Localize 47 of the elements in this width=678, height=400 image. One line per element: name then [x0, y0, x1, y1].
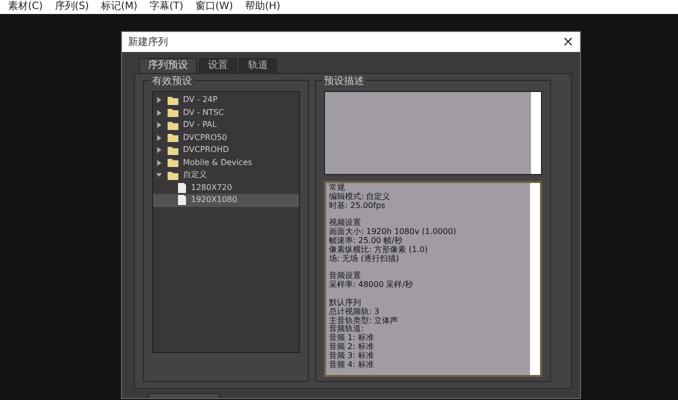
tree-item[interactable]: 1280X720 — [153, 182, 299, 194]
item-label: DV - 24P — [183, 94, 218, 106]
item-label: DV - PAL — [183, 119, 217, 132]
menu-item[interactable]: 素材(C) — [8, 0, 43, 14]
item-label: 自定义 — [183, 169, 207, 182]
detail-line: 场: 无场 (逐行扫描) — [329, 254, 400, 264]
detail-line: 时基: 25.00fps — [329, 202, 386, 210]
section-heading: 默认序列 — [329, 298, 362, 308]
section-heading: 音频设置 — [329, 272, 362, 280]
detail-line: 音频 4: 标准 — [329, 360, 375, 370]
detail-line: 音频 1: 标准 — [329, 334, 375, 342]
item-label: DVCPROHD — [183, 144, 229, 156]
tab[interactable]: 设置 — [199, 58, 237, 73]
section-heading: 常规 — [329, 184, 346, 192]
menu-item[interactable]: 字幕(T) — [149, 0, 184, 14]
item-label: DV - NTSC — [183, 106, 224, 119]
window-title: 新建序列 — [128, 36, 168, 50]
detail-line: 总计视频轨: 3 — [329, 308, 380, 316]
section-heading: 视频设置 — [329, 219, 362, 228]
detail-line: 画面大小: 1920h 1080v (1.0000) — [329, 228, 456, 236]
item-label: 1280X720 — [191, 182, 232, 194]
tree-item[interactable]: DVCPRO50 — [153, 132, 299, 144]
tree-item[interactable]: 1920X1080 — [153, 194, 299, 206]
tree-item[interactable]: DVCPROHD — [153, 144, 299, 156]
tab[interactable]: 轨道 — [239, 58, 277, 73]
menu-item[interactable]: 序列(S) — [54, 0, 89, 14]
detail-line: 主音轨类型: 立体声 — [329, 316, 400, 325]
detail-line: 音频轨道: — [329, 325, 365, 334]
detail-line: 音频 3: 标准 — [329, 352, 375, 360]
detail-line: 帧速率: 25.00 帧/秒 — [329, 236, 404, 245]
menu-item[interactable]: 帮助(H) — [245, 0, 280, 14]
detail-line: 像素纵横比: 方形像素 (1.0) — [329, 246, 429, 254]
tree-item[interactable]: DV - NTSC — [153, 106, 299, 119]
item-label: 1920X1080 — [191, 194, 238, 206]
close-button[interactable]: × — [562, 35, 574, 49]
tree-item[interactable]: DV - 24P — [153, 94, 299, 106]
detail-line: 音频 2: 标准 — [329, 342, 375, 351]
item-label: Mobile & Devices — [183, 156, 252, 169]
tree-item[interactable]: DV - PAL — [153, 119, 299, 132]
tree-item[interactable]: Mobile & Devices — [153, 156, 299, 169]
menu-item[interactable]: 标记(M) — [100, 0, 138, 14]
detail-line: 采样率: 48000 采样/秒 — [329, 281, 414, 290]
item-label: DVCPRO50 — [183, 132, 227, 144]
tab[interactable]: 序列预设 — [139, 58, 197, 73]
detail-line: 编辑模式: 自定义 — [329, 192, 392, 202]
menu-item[interactable]: 窗口(W) — [195, 0, 234, 14]
tree-item[interactable]: 自定义 — [153, 169, 299, 182]
